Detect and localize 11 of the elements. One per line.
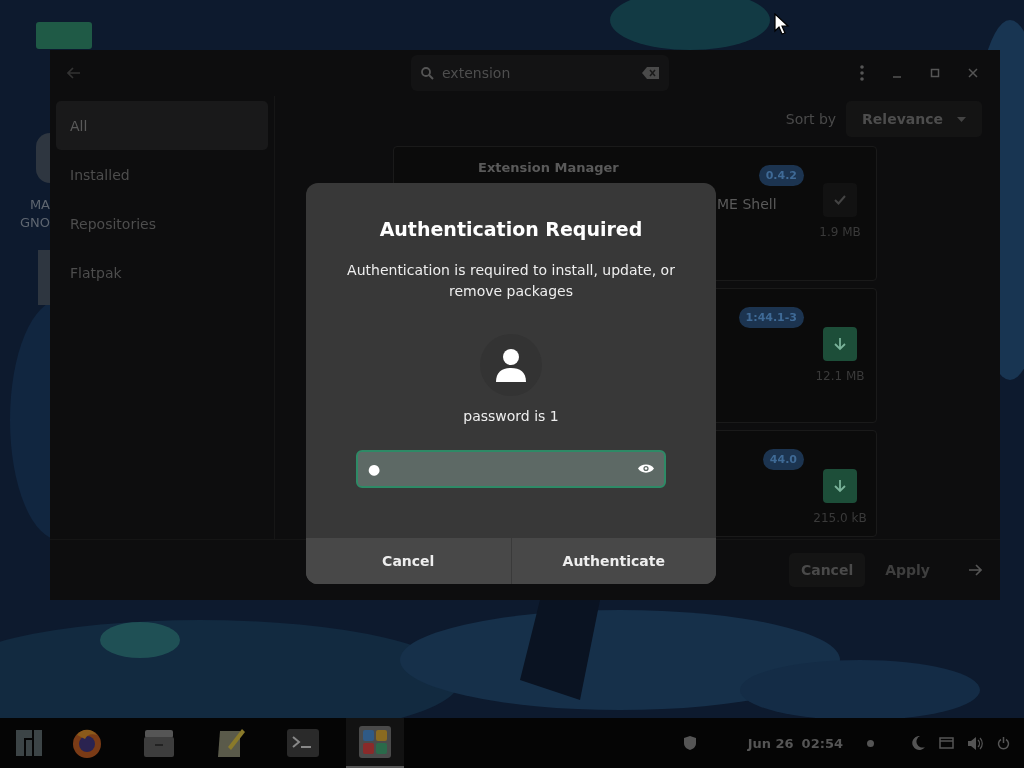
dialog-title: Authentication Required <box>379 218 643 240</box>
user-label: password is 1 <box>463 408 559 424</box>
desktop-icon-label: MA <box>29 196 50 214</box>
version-badge: 44.0 <box>762 449 804 470</box>
sort-label: Sort by <box>785 111 837 127</box>
desktop-icon-label: GNO <box>19 214 50 232</box>
app-description: ME Shell <box>717 196 777 212</box>
version-badge: 0.4.2 <box>758 165 804 186</box>
app-name: Extension Manager <box>478 160 619 175</box>
version-badge: 1:44.1-3 <box>738 307 804 328</box>
dialog-message: Authentication is required to install, update, or remove packages <box>346 261 676 301</box>
